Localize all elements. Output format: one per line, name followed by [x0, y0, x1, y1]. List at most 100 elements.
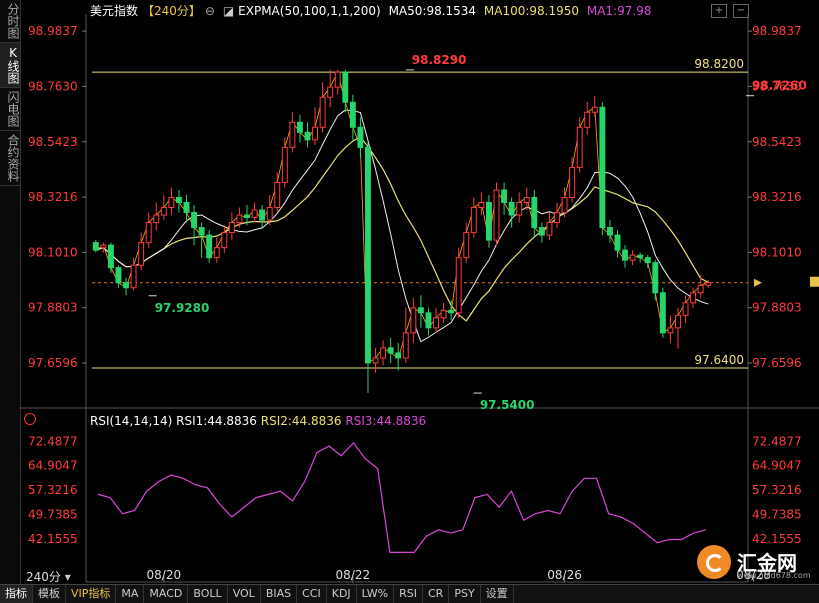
- candle-up: [629, 254, 636, 261]
- candle-down: [614, 234, 621, 251]
- indicator-tab[interactable]: LW%: [357, 585, 395, 603]
- candle-down: [198, 227, 205, 236]
- candle-up: [372, 357, 379, 364]
- rsi-y-tick-label-left: 57.3216: [28, 483, 78, 497]
- candle-up: [516, 202, 523, 216]
- candle-up: [228, 222, 235, 234]
- candle-up: [160, 207, 167, 216]
- candle-down: [637, 254, 644, 259]
- rsi-label: RSI(14,14,14): [90, 414, 173, 428]
- y-tick-label-left: 97.8803: [28, 301, 78, 315]
- candle-down: [387, 347, 394, 354]
- indicator-tab[interactable]: BOLL: [188, 585, 228, 603]
- candle-down: [342, 71, 349, 103]
- rsi-y-tick-label-right: 64.9047: [752, 459, 802, 473]
- y-tick-label-right: 98.7630: [752, 79, 802, 93]
- indicator-tab[interactable]: CR: [423, 585, 450, 603]
- indicator-tab[interactable]: MACD: [144, 585, 189, 603]
- rsi1-value: RSI1:44.8836: [176, 414, 257, 428]
- ma1-line: [95, 71, 709, 364]
- rsi-y-tick-label-right: 57.3216: [752, 483, 802, 497]
- candle-up: [236, 214, 243, 224]
- candle-up: [334, 71, 341, 88]
- y-tick-label-left: 98.3216: [28, 190, 78, 204]
- candle-up: [705, 282, 712, 286]
- candle-up: [251, 209, 258, 219]
- indicator-tab[interactable]: KDJ: [327, 585, 357, 603]
- candle-down: [425, 312, 432, 329]
- candle-up: [675, 314, 681, 329]
- candle-up: [493, 189, 500, 241]
- candle-up: [138, 242, 145, 266]
- indicator-tab[interactable]: 指标: [0, 585, 33, 603]
- annotation-label: 97.5400: [480, 398, 535, 412]
- candle-up: [168, 196, 175, 209]
- candle-up: [690, 292, 697, 304]
- chart-canvas[interactable]: 98.820097.640098.829098.726097.928097.54…: [0, 0, 819, 584]
- candle-down: [123, 282, 129, 289]
- candle-down: [107, 244, 114, 269]
- candle-down: [606, 227, 613, 236]
- indicator-tab[interactable]: 设置: [481, 585, 514, 603]
- rsi-y-tick-label-left: 64.9047: [28, 459, 78, 473]
- candle-down: [659, 292, 666, 334]
- candle-down: [644, 257, 651, 264]
- candle-down: [485, 202, 492, 241]
- y-tick-label-left: 98.9837: [28, 24, 78, 38]
- level-label: 97.6400: [694, 353, 744, 367]
- indicator-tab[interactable]: RSI: [394, 585, 423, 603]
- candle-up: [319, 96, 326, 128]
- indicator-tab[interactable]: BIAS: [261, 585, 298, 603]
- candle-up: [682, 302, 689, 316]
- rsi-y-tick-label-right: 42.1555: [752, 532, 802, 546]
- y-tick-label-left: 98.7630: [28, 79, 78, 93]
- rsi-y-tick-label-right: 72.4877: [752, 434, 802, 448]
- y-tick-label-left: 98.1010: [28, 245, 78, 259]
- candle-down: [244, 214, 250, 219]
- candle-down: [622, 249, 629, 261]
- candle-down: [296, 121, 303, 133]
- candle-up: [402, 332, 409, 359]
- indicator-tab[interactable]: PSY: [449, 585, 481, 603]
- y-tick-label-right: 98.5423: [752, 135, 802, 149]
- rsi-y-tick-label-left: 49.7385: [28, 508, 78, 522]
- indicator-tab[interactable]: MA: [116, 585, 145, 603]
- rsi3-value: RSI3:44.8836: [345, 414, 427, 428]
- candle-down: [531, 196, 538, 229]
- candle-down: [652, 262, 659, 294]
- candle-down: [175, 196, 182, 204]
- candle-up: [433, 317, 439, 329]
- indicator-tab[interactable]: VIP指标: [66, 585, 117, 603]
- logo-icon: [697, 545, 731, 579]
- indicator-tab[interactable]: CCI: [297, 585, 327, 603]
- logo-url: www.gold678.com: [737, 571, 811, 580]
- y-tick-label-left: 97.6596: [28, 356, 78, 370]
- candle-down: [92, 242, 99, 251]
- rsi-line: [97, 441, 707, 553]
- candle-up: [289, 121, 296, 148]
- rsi-y-tick-label-left: 42.1555: [28, 532, 78, 546]
- candle-up: [440, 309, 447, 319]
- candle-down: [183, 202, 190, 214]
- candle-up: [667, 327, 674, 334]
- indicator-tab[interactable]: 模板: [33, 585, 66, 603]
- current-price-marker: [754, 278, 762, 287]
- gold678-logo: 汇金网 www.gold678.com: [697, 545, 811, 581]
- candle-down: [115, 267, 122, 284]
- y-tick-label-right: 97.8803: [752, 301, 802, 315]
- rsi-settings-icon[interactable]: [24, 413, 36, 425]
- candle-up: [145, 222, 152, 244]
- y-tick-label-right: 98.9837: [752, 24, 802, 38]
- candle-up: [410, 307, 417, 334]
- candle-up: [380, 347, 387, 359]
- candle-down: [191, 212, 198, 229]
- candle-down: [304, 131, 311, 141]
- annotation-label: 97.9280: [155, 301, 210, 315]
- indicator-tab[interactable]: VOL: [228, 585, 261, 603]
- candle-up: [576, 126, 583, 168]
- candle-up: [554, 212, 560, 224]
- x-tick-label: 08/22: [336, 568, 371, 582]
- level-label: 98.8200: [694, 57, 744, 71]
- period-selector[interactable]: 240分 ▾: [26, 568, 71, 585]
- candle-up: [100, 244, 107, 249]
